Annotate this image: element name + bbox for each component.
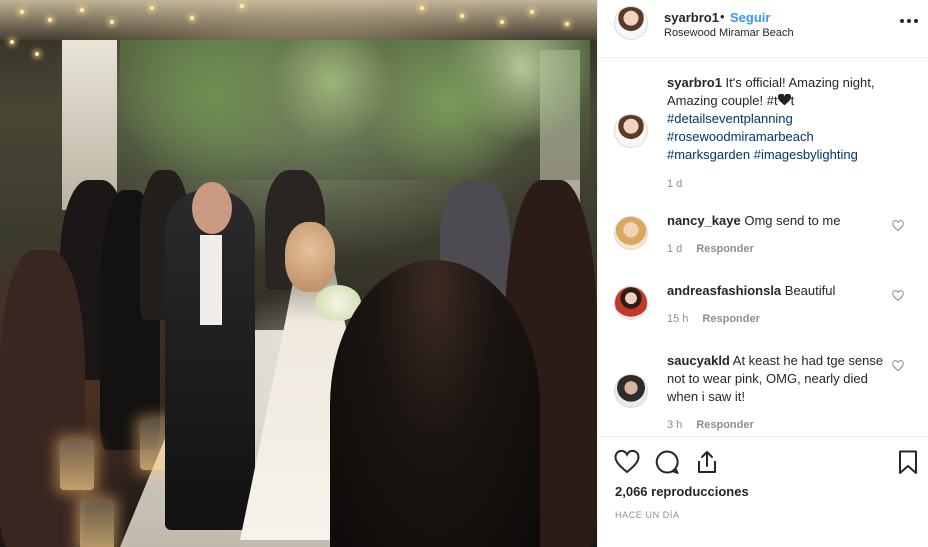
author-username[interactable]: syarbro1 (664, 10, 719, 25)
heart-outline-icon[interactable] (892, 360, 904, 372)
more-options-icon[interactable] (898, 11, 920, 31)
floral-backdrop (120, 40, 590, 180)
follow-button[interactable]: Seguir (730, 10, 770, 25)
separator-dot: • (720, 9, 725, 24)
author-avatar[interactable] (614, 6, 648, 40)
share-icon[interactable] (694, 449, 720, 475)
commenter-avatar[interactable] (614, 374, 648, 408)
reply-button[interactable]: Responder (696, 419, 753, 431)
reply-button[interactable]: Responder (702, 313, 759, 325)
foreground-guest (330, 260, 540, 547)
guest (0, 250, 85, 547)
comment-body: Beautiful (784, 283, 836, 298)
caption-avatar[interactable] (614, 114, 648, 148)
reply-button[interactable]: Responder (696, 243, 753, 255)
heart-outline-icon[interactable] (614, 449, 640, 475)
hashtag[interactable]: #imagesbylighting (754, 147, 858, 162)
location-link[interactable]: Rosewood Miramar Beach (664, 27, 794, 39)
groom-shirt (200, 235, 222, 325)
caption-text-tail: t (790, 93, 795, 108)
comment-time: 15 h (667, 313, 689, 325)
bride-head (285, 222, 335, 292)
commenter-avatar[interactable] (614, 216, 648, 250)
comment-body: Omg send to me (744, 213, 841, 228)
commenter-username[interactable]: saucyakld (667, 353, 730, 368)
caption-timestamp: 1 d (667, 178, 683, 190)
commenter-username[interactable]: nancy_kaye (667, 213, 741, 228)
comment-icon[interactable] (654, 449, 680, 475)
heart-outline-icon[interactable] (892, 220, 904, 232)
candle (80, 500, 114, 547)
comment-meta: 1 d Responder (667, 243, 754, 255)
comment-time: 1 d (667, 243, 683, 255)
comment-text: saucyakld At keast he had tge sense not … (667, 352, 887, 406)
groom-head (192, 182, 232, 234)
black-heart-emoji-icon (777, 94, 791, 106)
hashtag[interactable]: #detailseventplanning (667, 111, 793, 126)
post-caption: syarbro1 It's official! Amazing night, A… (667, 74, 917, 164)
post-actions: 2,066 reproducciones HACE UN DÍA (598, 436, 928, 547)
comment-text: andreasfashionsla Beautiful (667, 282, 887, 300)
post-video[interactable] (0, 0, 597, 547)
view-count[interactable]: 2,066 reproducciones (615, 484, 749, 499)
hashtag[interactable]: #rosewoodmiramarbeach (667, 129, 814, 144)
comments-list[interactable]: syarbro1 It's official! Amazing night, A… (598, 58, 928, 436)
commenter-avatar[interactable] (614, 286, 648, 320)
commenter-username[interactable]: andreasfashionsla (667, 283, 781, 298)
candle (60, 440, 94, 490)
post-panel: syarbro1 • Seguir Rosewood Miramar Beach… (597, 0, 928, 547)
post-header: syarbro1 • Seguir Rosewood Miramar Beach (598, 0, 928, 58)
heart-outline-icon[interactable] (892, 290, 904, 302)
caption-username[interactable]: syarbro1 (667, 75, 722, 90)
comment-text: nancy_kaye Omg send to me (667, 212, 887, 230)
comment-meta: 15 h Responder (667, 313, 760, 325)
post-time: HACE UN DÍA (615, 510, 680, 520)
comment-meta: 3 h Responder (667, 419, 754, 431)
bookmark-icon[interactable] (895, 449, 921, 475)
comment-time: 3 h (667, 419, 683, 431)
hashtag[interactable]: #marksgarden (667, 147, 750, 162)
